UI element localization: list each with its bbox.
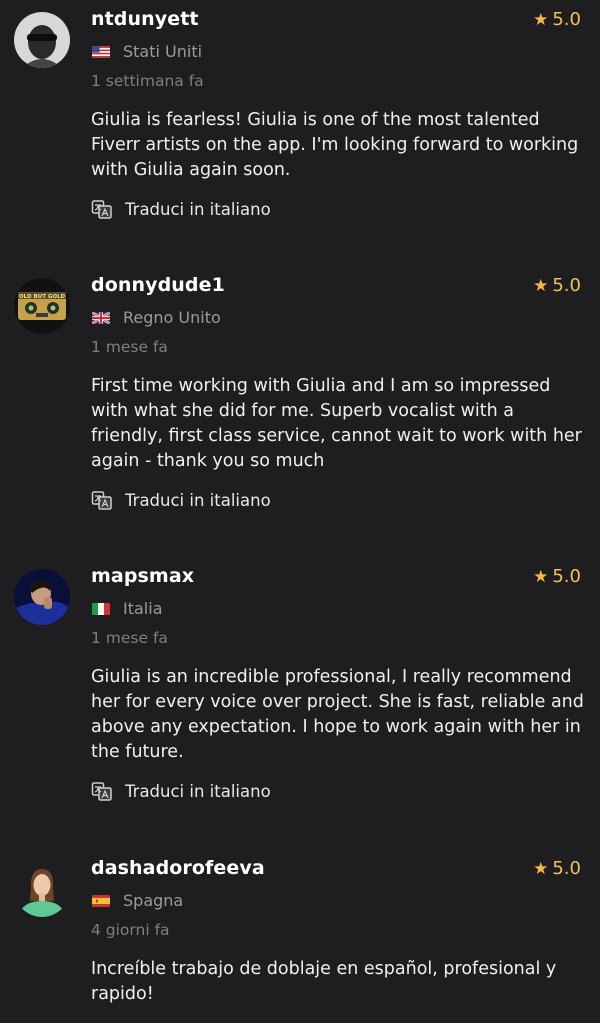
star-icon: ★ — [533, 9, 549, 30]
rating: ★ 5.0 — [533, 858, 581, 879]
country-name: Italia — [123, 599, 163, 618]
review-text: First time working with Giulia and I am … — [91, 376, 582, 471]
translate-label: Traduci in italiano — [125, 199, 271, 219]
translate-label: Traduci in italiano — [125, 490, 271, 510]
user-photo-icon — [14, 569, 70, 625]
country-row: Stati Uniti — [92, 42, 202, 61]
country-row: Spagna — [92, 891, 183, 910]
rating-value: 5.0 — [552, 858, 581, 879]
country-row: Regno Unito — [92, 308, 221, 327]
translate-button[interactable]: Traduci in italiano — [91, 780, 271, 802]
review-time: 1 settimana fa — [91, 72, 204, 90]
country-row: Italia — [92, 599, 163, 618]
username[interactable]: ntdunyett — [91, 8, 199, 30]
us-flag-icon — [92, 45, 110, 58]
rating: ★ 5.0 — [533, 566, 581, 587]
star-icon: ★ — [533, 858, 549, 879]
avatar[interactable] — [14, 861, 70, 917]
review-text: Increíble trabajo de doblaje en español,… — [91, 959, 557, 1004]
rating-value: 5.0 — [552, 275, 581, 296]
translate-label: Traduci in italiano — [125, 781, 271, 801]
spain-flag-icon — [92, 894, 110, 907]
country-name: Stati Uniti — [123, 42, 203, 61]
rating: ★ 5.0 — [533, 275, 581, 296]
rating: ★ 5.0 — [533, 9, 581, 30]
review-time: 1 mese fa — [91, 338, 168, 356]
rating-value: 5.0 — [552, 9, 581, 30]
review-text: Giulia is fearless! Giulia is one of the… — [91, 110, 579, 180]
translate-button[interactable]: Traduci in italiano — [91, 198, 271, 220]
translate-icon — [91, 200, 112, 219]
username[interactable]: mapsmax — [91, 565, 194, 587]
review-time: 4 giorni fa — [91, 921, 170, 939]
avatar[interactable] — [14, 12, 70, 68]
translate-icon — [91, 491, 112, 510]
user-photo-icon — [14, 861, 70, 917]
country-name: Spagna — [123, 891, 184, 910]
rating-value: 5.0 — [552, 566, 581, 587]
star-icon: ★ — [533, 275, 549, 296]
avatar[interactable]: OLD BUT GOLD — [14, 278, 70, 334]
uk-flag-icon — [92, 311, 110, 324]
user-photo-icon — [14, 12, 70, 68]
country-name: Regno Unito — [123, 308, 221, 327]
translate-icon — [91, 782, 112, 801]
italy-flag-icon — [92, 602, 110, 615]
review-text: Giulia is an incredible professional, I … — [91, 667, 584, 762]
svg-text:OLD BUT GOLD: OLD BUT GOLD — [19, 294, 66, 300]
username[interactable]: dashadorofeeva — [91, 857, 265, 879]
star-icon: ★ — [533, 566, 549, 587]
translate-button[interactable]: Traduci in italiano — [91, 489, 271, 511]
username[interactable]: donnydude1 — [91, 274, 225, 296]
review-time: 1 mese fa — [91, 629, 168, 647]
avatar[interactable] — [14, 569, 70, 625]
robot-avatar-icon: OLD BUT GOLD — [14, 278, 70, 334]
reviews-feed: ntdunyett ★ 5.0 Stati Uniti 1 settimana … — [0, 0, 600, 1023]
